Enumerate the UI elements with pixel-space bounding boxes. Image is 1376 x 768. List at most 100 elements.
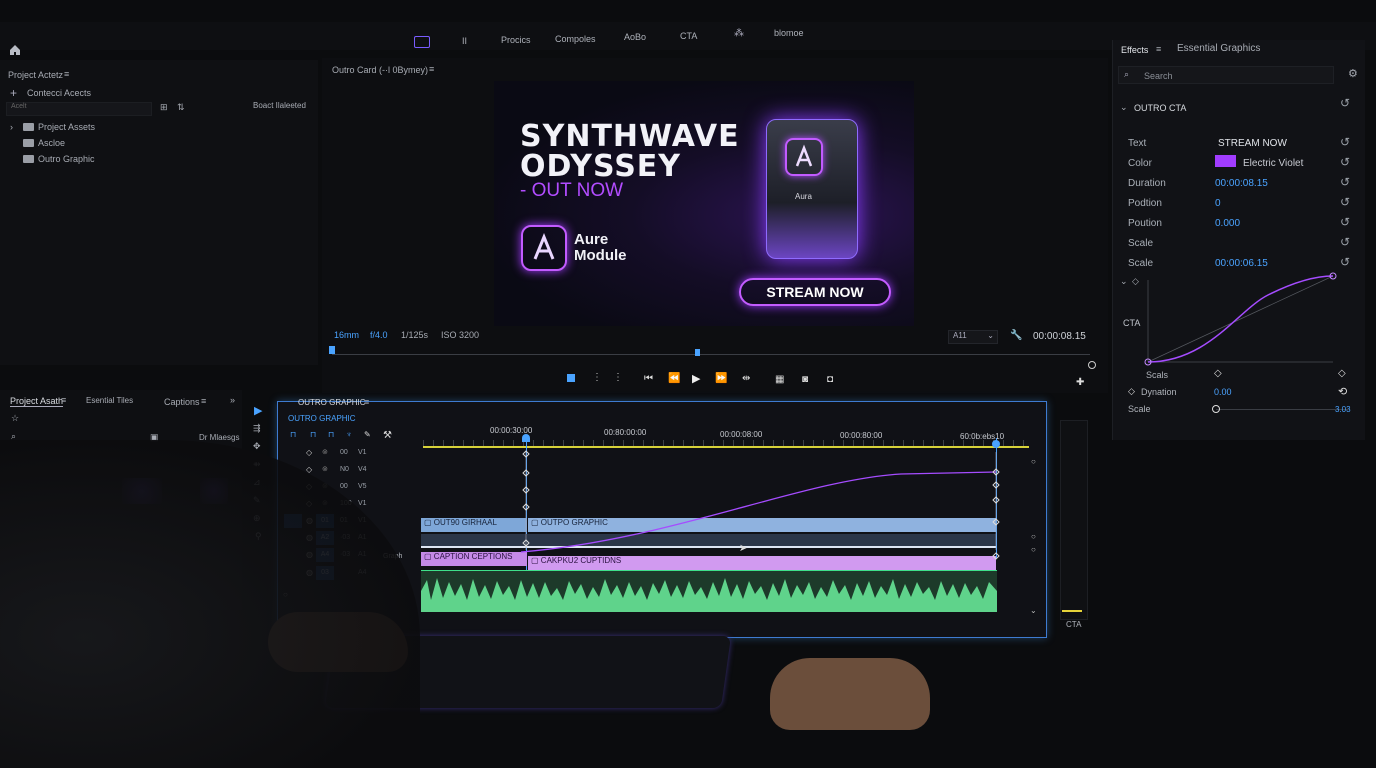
add-button-icon[interactable]: ✚ — [1076, 377, 1084, 388]
effect-row-value[interactable]: Electric Violet — [1243, 158, 1303, 169]
scale2-value[interactable]: 3.03 — [1335, 405, 1351, 414]
effects-search-input[interactable]: ⌕ Search — [1118, 66, 1334, 84]
keyframe-toggle-icon[interactable]: ◇ — [306, 448, 312, 457]
folder-item-ascloe[interactable]: Ascloe — [38, 138, 65, 148]
scroll-handle-icon[interactable]: ○ — [1031, 545, 1036, 554]
ripple-tool-icon[interactable]: ✥ — [253, 441, 261, 452]
track-visibility-icon[interactable]: ⊚ — [322, 448, 328, 456]
camera-icon[interactable]: ◙ — [802, 374, 808, 385]
selection-tool-icon[interactable]: ▶ — [254, 404, 262, 417]
loop-icon[interactable]: ⇹ — [742, 373, 750, 384]
scroll-down-icon[interactable]: ⌄ — [1030, 606, 1037, 615]
menu-item-aobo[interactable]: AoBo — [624, 32, 646, 42]
go-to-in-icon[interactable]: ⏮ — [644, 373, 653, 384]
reset-icon[interactable]: ↺ — [1340, 155, 1350, 169]
play-icon[interactable]: ▶ — [692, 372, 700, 385]
reset-icon[interactable]: ⟲ — [1338, 385, 1347, 398]
track-select-icon[interactable]: ⇶ — [253, 423, 261, 434]
folder-item-outro-graphic[interactable]: Outro Graphic — [38, 154, 95, 164]
star-icon[interactable]: ☆ — [11, 413, 19, 424]
effect-row-value[interactable]: 0.000 — [1215, 218, 1240, 229]
step-forward-icon[interactable]: ⏩ — [715, 373, 727, 384]
snap-icon[interactable]: ⊓ — [290, 430, 296, 439]
menu-item-cta[interactable]: CTA — [680, 31, 697, 41]
graph-keyframe-icon[interactable]: ◇ — [1132, 276, 1139, 287]
add-assets-label[interactable]: Contecci Acects — [27, 88, 91, 98]
dyation-value[interactable]: 0.00 — [1214, 387, 1232, 397]
track-visibility-icon[interactable]: ⊚ — [322, 465, 328, 473]
monitor-scrubber[interactable] — [332, 354, 1090, 355]
keyframe-icon[interactable]: ♆ — [346, 430, 352, 439]
reset-icon[interactable]: ↺ — [1340, 255, 1350, 269]
section-chevron-icon[interactable]: ⌄ — [1120, 102, 1128, 113]
menu-item-compoles[interactable]: Compoles — [555, 34, 596, 44]
track-header[interactable]: ◇ ⊚ 00 V1 — [278, 446, 423, 462]
keyframe-diamond-icon[interactable]: ◇ — [1214, 368, 1222, 379]
scale-slider-thumb[interactable] — [1212, 405, 1220, 413]
effect-row-value[interactable]: 00:00:06.15 — [1215, 258, 1268, 269]
effect-row-value[interactable]: 00:00:08.15 — [1215, 178, 1268, 189]
tab-menu-icon[interactable]: ≡ — [61, 395, 66, 405]
graph-collapse-icon[interactable]: ⌄ — [1120, 276, 1128, 287]
tab-essential-graphics[interactable]: Essential Graphics — [1177, 43, 1260, 54]
scroll-handle-icon[interactable]: ○ — [1031, 457, 1036, 466]
more-icon[interactable]: ⋮ — [613, 372, 623, 383]
easing-graph[interactable] — [1118, 270, 1358, 370]
effect-row-value[interactable]: STREAM NOW — [1218, 138, 1287, 149]
menu-item-procics[interactable]: Procics — [501, 35, 531, 45]
linked-icon[interactable]: ⊓ — [310, 430, 316, 439]
home-icon[interactable] — [9, 43, 21, 55]
wrench-icon[interactable]: 🔧 — [1010, 330, 1022, 341]
sequence-tab[interactable]: OUTRO GRAPHIC — [298, 398, 366, 407]
settings-wrench-icon[interactable]: ✎ — [364, 430, 371, 439]
color-swatch[interactable] — [1215, 155, 1236, 167]
workspace-icon[interactable] — [414, 36, 430, 48]
marker-icon[interactable] — [567, 374, 575, 382]
audio-waveform[interactable] — [421, 570, 997, 612]
reset-icon[interactable]: ↺ — [1340, 135, 1350, 149]
lens-readout: 16mm — [334, 330, 360, 340]
more-icon[interactable]: ⋮ — [592, 372, 602, 383]
share-icon[interactable]: ⁂ — [734, 28, 744, 39]
scroll-handle-icon[interactable]: ○ — [1031, 532, 1036, 541]
settings-icon[interactable]: ⚙ — [1348, 67, 1358, 80]
monitor-menu-icon[interactable]: ≡ — [429, 64, 434, 74]
reset-icon[interactable]: ↺ — [1340, 175, 1350, 189]
tab-captions[interactable]: Captions — [164, 397, 200, 407]
reset-icon[interactable]: ↺ — [1340, 215, 1350, 229]
meter-label: CTA — [1066, 620, 1082, 629]
scale-slider[interactable] — [1216, 409, 1348, 410]
project-menu-icon[interactable]: ≡ — [64, 69, 69, 79]
marker-add-icon[interactable]: ⊓ — [328, 430, 334, 439]
effect-row-value[interactable]: 0 — [1215, 198, 1221, 209]
fit-dropdown[interactable]: A11 ⌄ — [948, 330, 998, 344]
captions-menu-icon[interactable]: ≡ — [201, 396, 206, 406]
menu-item-blomoe[interactable]: blomoe — [774, 28, 804, 38]
reset-icon[interactable]: ↺ — [1340, 96, 1350, 110]
expand-chevron-icon[interactable]: › — [10, 122, 13, 132]
keyframe-overlay[interactable] — [421, 440, 1041, 560]
panel-expand-icon[interactable]: » — [230, 395, 235, 405]
keyframe-toggle-icon[interactable]: ◇ — [1128, 386, 1135, 397]
list-view-icon[interactable]: ⊞ — [160, 102, 168, 113]
sequence-menu-icon[interactable]: ≡ — [364, 397, 369, 407]
tab-project-assets[interactable]: Project Asath — [10, 396, 64, 407]
in-point-marker[interactable] — [329, 346, 335, 354]
out-point-marker[interactable] — [1088, 361, 1096, 369]
tab-effects[interactable]: Effects — [1121, 45, 1148, 55]
insert-icon[interactable]: ▦ — [775, 374, 784, 385]
step-back-icon[interactable]: ⏪ — [668, 373, 680, 384]
sort-icon[interactable]: ⇅ — [177, 102, 185, 113]
project-search-input[interactable]: Acelt — [6, 102, 152, 116]
menu-item-ii[interactable]: II — [462, 36, 467, 46]
wrench-icon[interactable]: ⚒ — [383, 430, 392, 441]
reset-icon[interactable]: ↺ — [1340, 195, 1350, 209]
add-icon[interactable]: + — [10, 86, 17, 100]
effects-menu-icon[interactable]: ≡ — [1156, 44, 1161, 54]
tab-essential-tiles[interactable]: Esential Tiles — [86, 396, 133, 405]
export-frame-icon[interactable]: ◘ — [827, 374, 833, 385]
reset-icon[interactable]: ↺ — [1340, 235, 1350, 249]
playhead-marker[interactable] — [695, 349, 700, 356]
keyframe-diamond-icon[interactable]: ◇ — [1338, 368, 1346, 379]
folder-item-project-assets[interactable]: Project Assets — [38, 122, 95, 132]
